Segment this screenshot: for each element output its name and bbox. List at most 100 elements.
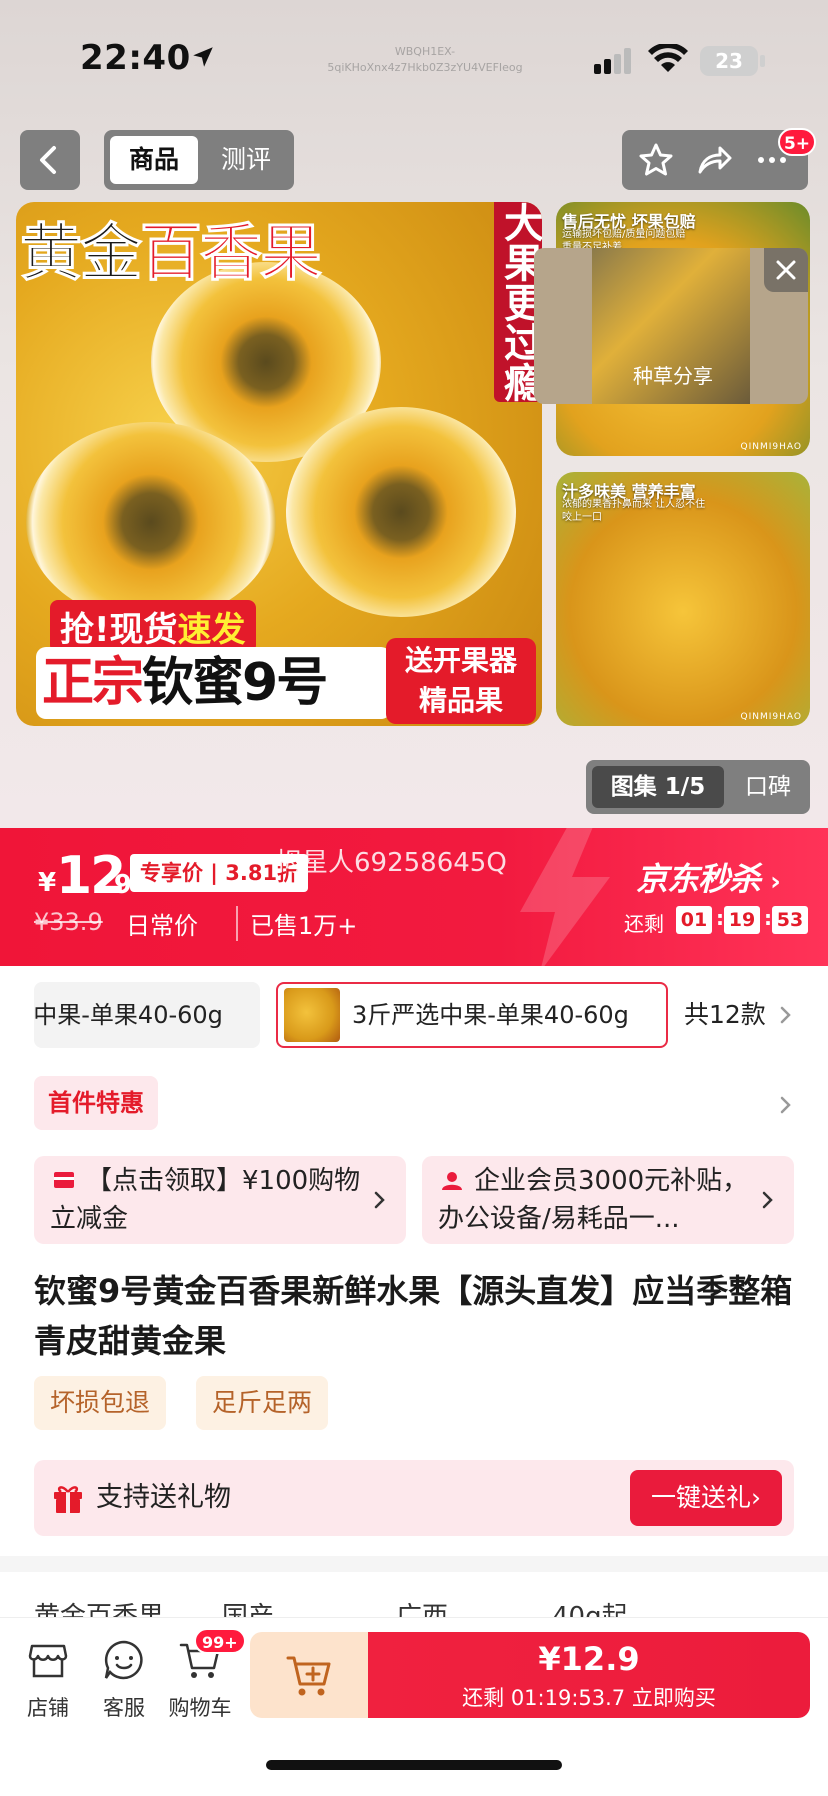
back-button[interactable] [20, 130, 80, 190]
image-title-black: 黄金 [19, 216, 142, 290]
sku-prev-label: 3斤严选中果-单果40-60g [34, 1001, 223, 1029]
spec-row: 黄金百香果 国产 广西 40g起 [0, 1590, 828, 1618]
coupon-2-text: 企业会员3000元补贴，办公设备/易耗品一... [438, 1166, 749, 1234]
price-currency: ¥ [38, 868, 57, 898]
coupon-card-1[interactable]: 【点击领取】¥100购物立减金 [34, 1156, 406, 1244]
send-gift-label: 一键送礼 [650, 1483, 751, 1512]
service-label: 客服 [103, 1696, 145, 1720]
image-authentic-banner: 正宗钦蜜9号 [36, 647, 391, 719]
original-price: ¥33.9 [34, 908, 103, 936]
authentic-black: 钦蜜9号 [142, 653, 328, 713]
location-arrow-icon [193, 47, 213, 67]
seckill-label[interactable]: 京东秒杀 › [636, 854, 781, 900]
sold-count: 已售1万+ [236, 906, 357, 941]
spec-item: 国产 [222, 1602, 275, 1618]
message-badge: 5+ [778, 128, 816, 156]
video-label: 种草分享 [633, 364, 713, 388]
watermark-text: WBQH1EX-5qiKHoXnx4z7Hkb0Z3zYU4VEFIeog [327, 45, 523, 74]
sku-count[interactable]: 共12款 [684, 982, 766, 1048]
countdown-colon: : [716, 906, 724, 930]
side1-watermark: QINMI9HAO [740, 442, 802, 452]
spec-item: 40g起 [552, 1602, 628, 1618]
share-icon[interactable] [692, 138, 736, 182]
authentic-red: 正宗 [42, 653, 144, 713]
side2-subtext: 浓郁的果香扑鼻而来 让人忍不住咬上一口 [562, 499, 706, 523]
sku-option-selected[interactable]: 3斤严选中果-单果40-60g [276, 982, 668, 1048]
gift-icon [54, 1486, 82, 1513]
gift-label: 支持送礼物 [96, 1482, 231, 1513]
send-gift-button[interactable]: 一键送礼› [630, 1470, 782, 1526]
chevron-left-icon [40, 146, 56, 174]
chevron-right-icon: › [751, 1483, 761, 1512]
sku-option-prev[interactable]: 3斤严选中果-单果40-60g [34, 982, 260, 1048]
side2-watermark: QINMI9HAO [740, 712, 802, 722]
gift-tag-line2: 精品果 [418, 684, 503, 717]
section-divider [0, 1556, 828, 1572]
store-label: 店铺 [27, 1696, 69, 1720]
image-title-red: 百香果 [140, 216, 323, 290]
image-flash-tag: 抢!现货速发 [50, 600, 256, 653]
chevron-right-icon [780, 1006, 791, 1024]
chevron-right-icon [762, 1191, 773, 1209]
store-tab[interactable]: 店铺 [10, 1618, 86, 1728]
overlay-watermark: 拇星人69258645Q [276, 848, 507, 878]
close-icon [776, 260, 796, 280]
product-main-image[interactable]: 黄金百香果 大果更过瘾 抢!现货速发 正宗钦蜜9号 送开果器 精品果 [16, 202, 542, 726]
countdown-colon: : [764, 906, 772, 930]
image-gift-tag: 送开果器 精品果 [386, 638, 536, 724]
first-item-deal-tag: 首件特惠 [34, 1076, 158, 1130]
fruit-graphic [26, 422, 276, 622]
image-title: 黄金百香果 [19, 202, 323, 292]
flash-highlight: 速发 [177, 610, 246, 650]
add-to-cart-button[interactable] [250, 1632, 368, 1718]
tab-product[interactable]: 商品 [110, 136, 198, 184]
countdown-hours: 01 [676, 906, 712, 934]
price-decimal: .9 [104, 870, 132, 900]
star-icon[interactable] [634, 138, 678, 182]
cellular-signal-icon [594, 48, 631, 74]
coupon-1-text: 【点击领取】¥100购物立减金 [50, 1166, 361, 1234]
flash-prefix: 抢!现货 [60, 610, 178, 650]
countdown-seconds: 53 [772, 906, 808, 934]
buy-price: ¥12.9 [538, 1640, 640, 1678]
lightning-icon [520, 828, 610, 966]
product-title: 钦蜜9号黄金百香果新鲜水果【源头直发】应当季整箱青皮甜黄金果 [34, 1272, 793, 1360]
countdown-minutes: 19 [724, 906, 760, 934]
spec-item: 广西 [396, 1602, 449, 1618]
chevron-right-icon [374, 1191, 385, 1209]
product-side-image-2[interactable]: 汁多味美 营养丰富 浓郁的果香扑鼻而来 让人忍不住咬上一口 QINMI9HAO [556, 472, 810, 726]
seckill-text: 京东秒杀 [636, 860, 761, 898]
buy-countdown: 还剩 01:19:53.7 立即购买 [462, 1686, 716, 1710]
sku-selected-label: 3斤严选中果-单果40-60g [352, 1001, 629, 1029]
battery-cap [760, 55, 765, 67]
coupon-card-2[interactable]: 企业会员3000元补贴，办公设备/易耗品一... [422, 1156, 794, 1244]
price-banner: ¥ 12 .9 专享价 | 3.81折 拇星人69258645Q ¥33.9 日… [0, 828, 828, 966]
store-icon [28, 1644, 68, 1678]
gift-tag-line1: 送开果器 [404, 644, 517, 677]
home-indicator [266, 1760, 562, 1770]
video-close-button[interactable] [764, 248, 808, 292]
service-tag: 坏损包退 [34, 1376, 167, 1430]
spec-item: 黄金百香果 [34, 1602, 165, 1618]
sku-count-label: 共12款 [684, 1000, 766, 1029]
cart-label: 购物车 [168, 1696, 232, 1720]
cart-badge: 99+ [194, 1628, 246, 1654]
status-time: 22:40 [80, 38, 191, 78]
chat-face-icon [104, 1640, 143, 1680]
fruit-graphic [286, 407, 516, 617]
buy-now-button[interactable]: ¥12.9 还剩 01:19:53.7 立即购买 [368, 1632, 810, 1718]
sku-thumbnail [284, 988, 340, 1042]
daily-price-label: 日常价 [126, 912, 198, 940]
reviews-tab[interactable]: 口碑 [728, 766, 808, 808]
customer-service-tab[interactable]: 客服 [86, 1618, 162, 1728]
gift-bar: 支持送礼物 一键送礼› [34, 1460, 794, 1536]
service-tag: 足斤足两 [196, 1376, 329, 1430]
chevron-right-icon: › [770, 867, 781, 897]
chevron-right-icon[interactable] [776, 1095, 796, 1115]
wifi-icon [648, 44, 688, 72]
battery-indicator: 23 [700, 46, 758, 76]
add-cart-icon [286, 1656, 331, 1696]
album-tab[interactable]: 图集 1/5 [592, 766, 724, 808]
countdown-label: 还剩 [624, 912, 664, 936]
tab-review[interactable]: 测评 [204, 136, 288, 184]
